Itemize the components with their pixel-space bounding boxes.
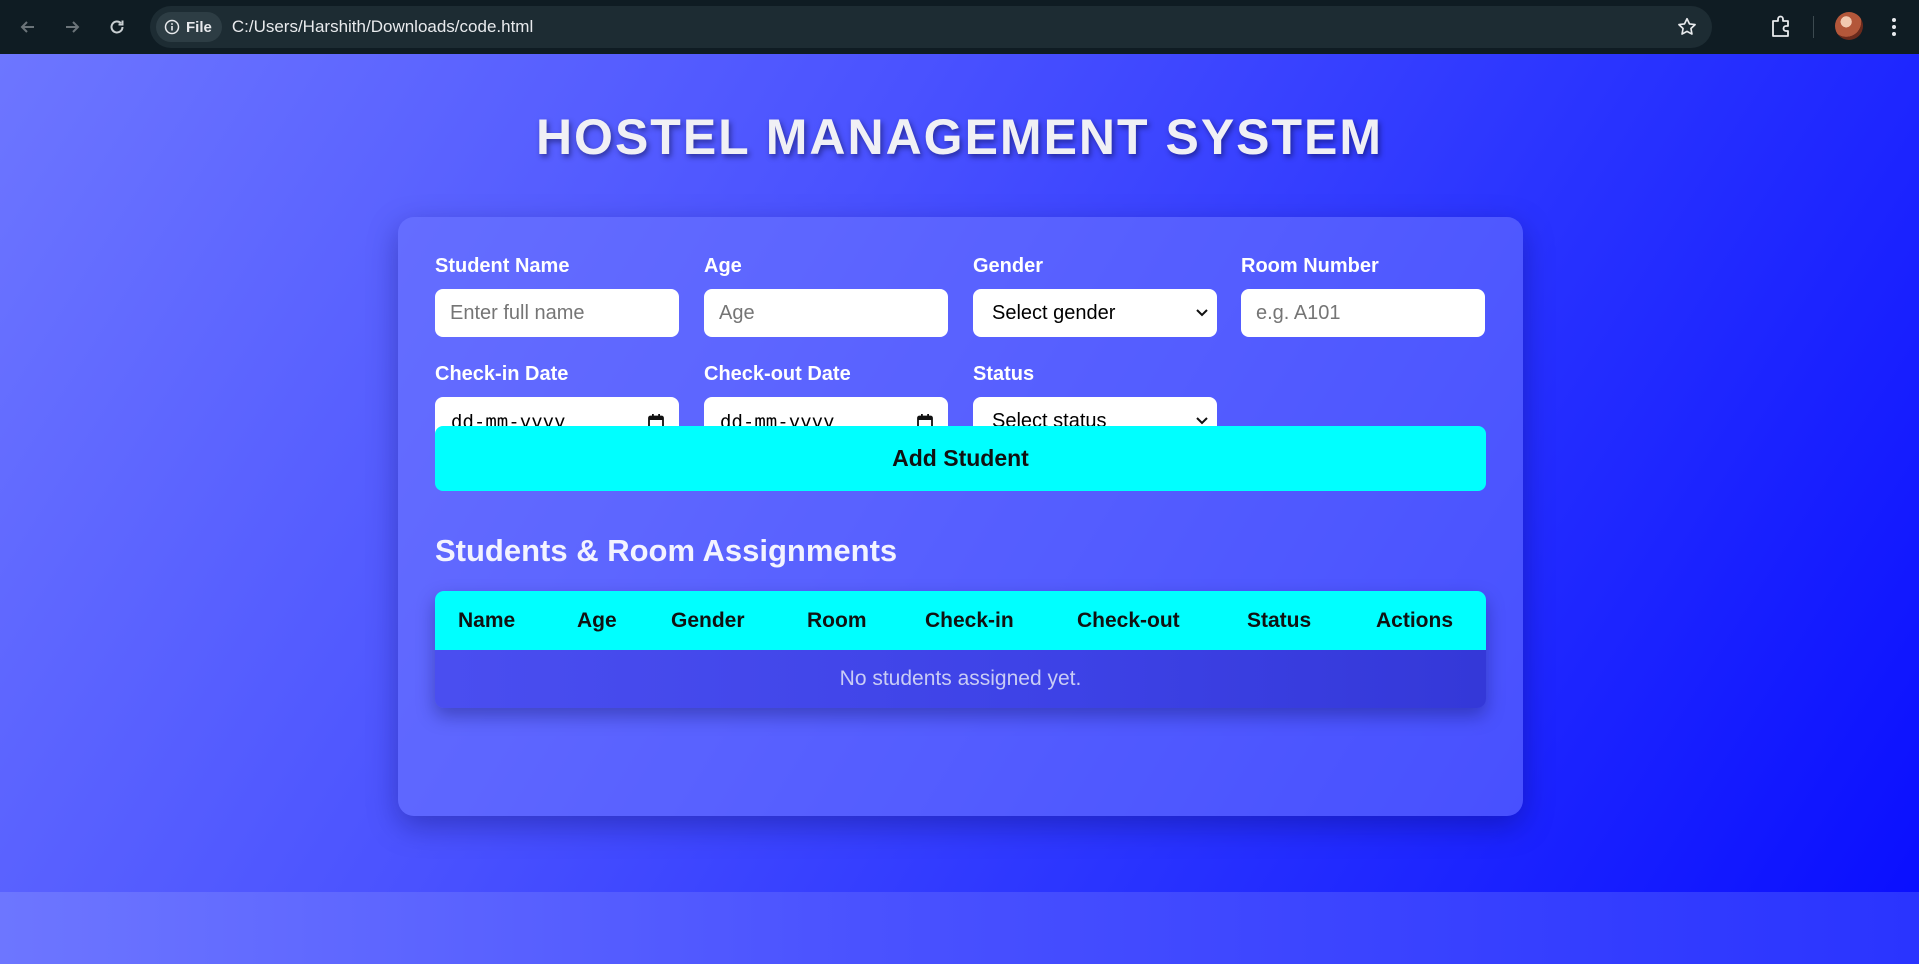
age-placeholder: Age [719,301,755,324]
room-number-label: Room Number [1241,255,1379,277]
site-info-label: File [186,18,212,36]
table-header: Name Age Gender Room Check-in Check-out … [435,591,1486,650]
gender-selected-value: Select gender [992,301,1116,324]
column-header-check-out: Check-out [1077,609,1180,632]
student-name-input[interactable]: Enter full name [435,289,679,337]
column-header-age: Age [577,609,617,632]
page-viewport: HOSTEL MANAGEMENT SYSTEM Student Name En… [0,54,1919,892]
arrow-left-icon [20,21,34,33]
toolbar-divider [1813,16,1814,38]
bookmark-star-icon[interactable] [1676,16,1698,38]
reload-button[interactable] [103,13,131,41]
back-button[interactable] [14,13,42,41]
column-header-gender: Gender [671,609,745,632]
info-icon [164,19,180,35]
age-label: Age [704,255,742,277]
forward-button[interactable] [58,13,86,41]
empty-table-message: No students assigned yet. [839,667,1082,690]
reload-icon [110,20,124,34]
chevron-down-icon [1196,309,1208,317]
room-number-placeholder: e.g. A101 [1256,301,1341,324]
column-header-status: Status [1247,609,1312,632]
gender-select[interactable]: Select gender [973,289,1217,337]
check-in-label: Check-in Date [435,363,569,385]
student-form-card: Student Name Enter full name Age Age Gen… [398,217,1523,816]
chevron-down-icon [1196,417,1208,425]
page-title: HOSTEL MANAGEMENT SYSTEM [535,109,1384,165]
column-header-check-in: Check-in [925,609,1014,632]
column-header-actions: Actions [1376,609,1454,632]
assignments-section-title: Students & Room Assignments [435,533,898,568]
column-header-room: Room [807,609,867,632]
students-table: Name Age Gender Room Check-in Check-out … [435,591,1486,708]
student-name-label: Student Name [435,255,570,277]
more-menu-icon[interactable] [1884,14,1904,40]
room-number-input[interactable]: e.g. A101 [1241,289,1485,337]
arrow-right-icon [66,21,80,33]
add-student-button[interactable]: Add Student [435,426,1486,491]
profile-avatar[interactable] [1835,12,1863,40]
column-header-name: Name [458,609,516,632]
age-input[interactable]: Age [704,289,948,337]
browser-toolbar: File C:/Users/Harshith/Downloads/code.ht… [0,0,1919,54]
extensions-puzzle-icon[interactable] [1768,13,1794,39]
status-label: Status [973,363,1035,385]
page-background-lower [0,892,1919,964]
check-out-label: Check-out Date [704,363,851,385]
address-bar[interactable]: File C:/Users/Harshith/Downloads/code.ht… [150,6,1712,48]
url-text[interactable]: C:/Users/Harshith/Downloads/code.html [232,17,533,37]
student-name-placeholder: Enter full name [450,301,585,324]
site-info-chip[interactable]: File [156,12,222,42]
gender-label: Gender [973,255,1044,277]
table-body: No students assigned yet. [435,650,1486,708]
